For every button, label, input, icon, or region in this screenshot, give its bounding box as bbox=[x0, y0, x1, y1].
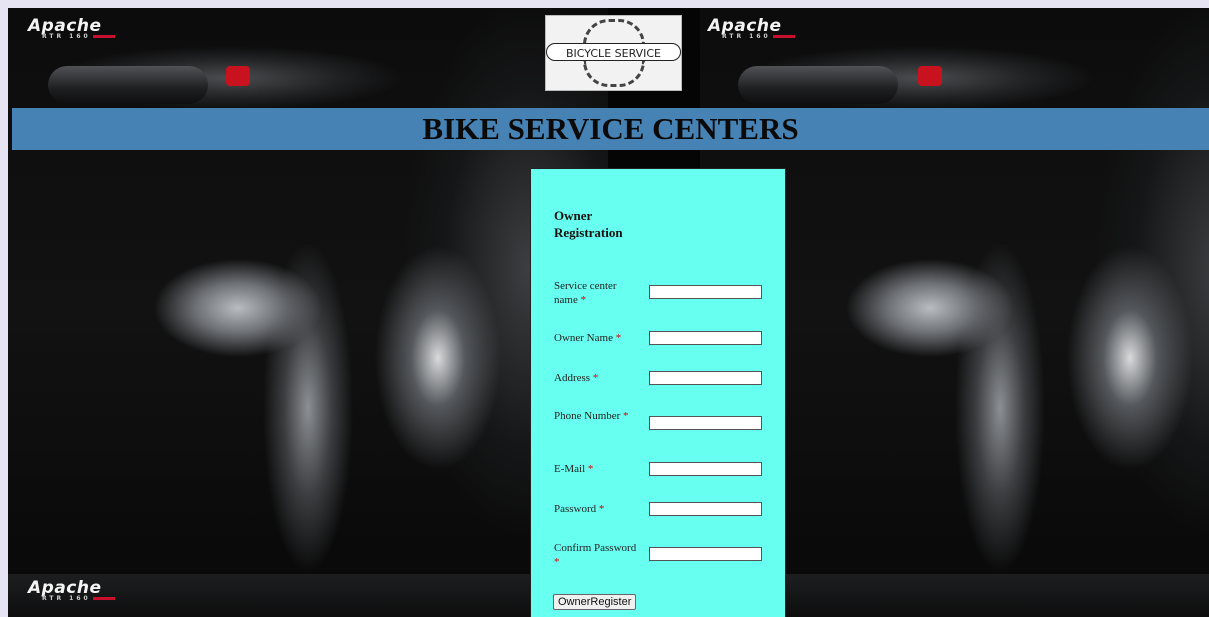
owner-name-label: Owner Name * bbox=[554, 332, 622, 344]
owner-name-input[interactable] bbox=[649, 331, 762, 345]
brand-model: RTR 160 bbox=[42, 33, 91, 40]
confirm-password-label: Confirm Password * bbox=[554, 542, 637, 568]
handlebar-grip-right bbox=[738, 66, 898, 104]
owner-registration-form: Owner Registration Service center name *… bbox=[530, 168, 786, 617]
confirm-password-input[interactable] bbox=[649, 547, 762, 561]
address-label: Address * bbox=[554, 372, 599, 384]
required-marker: * bbox=[615, 332, 622, 344]
password-label: Password * bbox=[554, 503, 605, 515]
required-marker: * bbox=[554, 556, 560, 568]
page-background: Apache RTR 160 Apache RTR 160 Apache RTR… bbox=[8, 8, 1209, 617]
phone-number-label: Phone Number * bbox=[554, 410, 629, 422]
page-banner: BIKE SERVICE CENTERS bbox=[12, 108, 1209, 150]
brand-model: RTR 160 bbox=[42, 595, 91, 602]
required-marker: * bbox=[580, 294, 587, 306]
address-input[interactable] bbox=[649, 371, 762, 385]
bicycle-service-logo: BICYCLE SERVICE bbox=[545, 15, 682, 91]
required-marker: * bbox=[587, 463, 594, 475]
gear-icon bbox=[582, 19, 645, 45]
required-marker: * bbox=[598, 503, 605, 515]
required-marker: * bbox=[623, 410, 629, 422]
logo-text: BICYCLE SERVICE bbox=[565, 47, 662, 60]
owner-register-button[interactable]: OwnerRegister bbox=[553, 594, 637, 610]
service-center-name-input[interactable] bbox=[649, 285, 762, 299]
kill-switch-left bbox=[226, 66, 250, 86]
email-label: E-Mail * bbox=[554, 463, 594, 475]
phone-number-input[interactable] bbox=[649, 416, 762, 430]
password-input[interactable] bbox=[649, 502, 762, 516]
chain-icon bbox=[582, 61, 645, 87]
brand-model: RTR 160 bbox=[722, 33, 771, 40]
email-input[interactable] bbox=[649, 462, 762, 476]
handlebar-grip-left bbox=[48, 66, 208, 104]
form-title: Owner Registration bbox=[554, 208, 623, 240]
page-title: BIKE SERVICE CENTERS bbox=[422, 111, 799, 146]
required-marker: * bbox=[592, 372, 599, 384]
apache-logo-bottom-left: Apache RTR 160 bbox=[28, 578, 115, 602]
service-center-name-label: Service center name * bbox=[554, 280, 617, 306]
kill-switch-right bbox=[918, 66, 942, 86]
apache-logo-top-left: Apache RTR 160 bbox=[28, 16, 115, 40]
apache-logo-top-right: Apache RTR 160 bbox=[708, 16, 795, 40]
